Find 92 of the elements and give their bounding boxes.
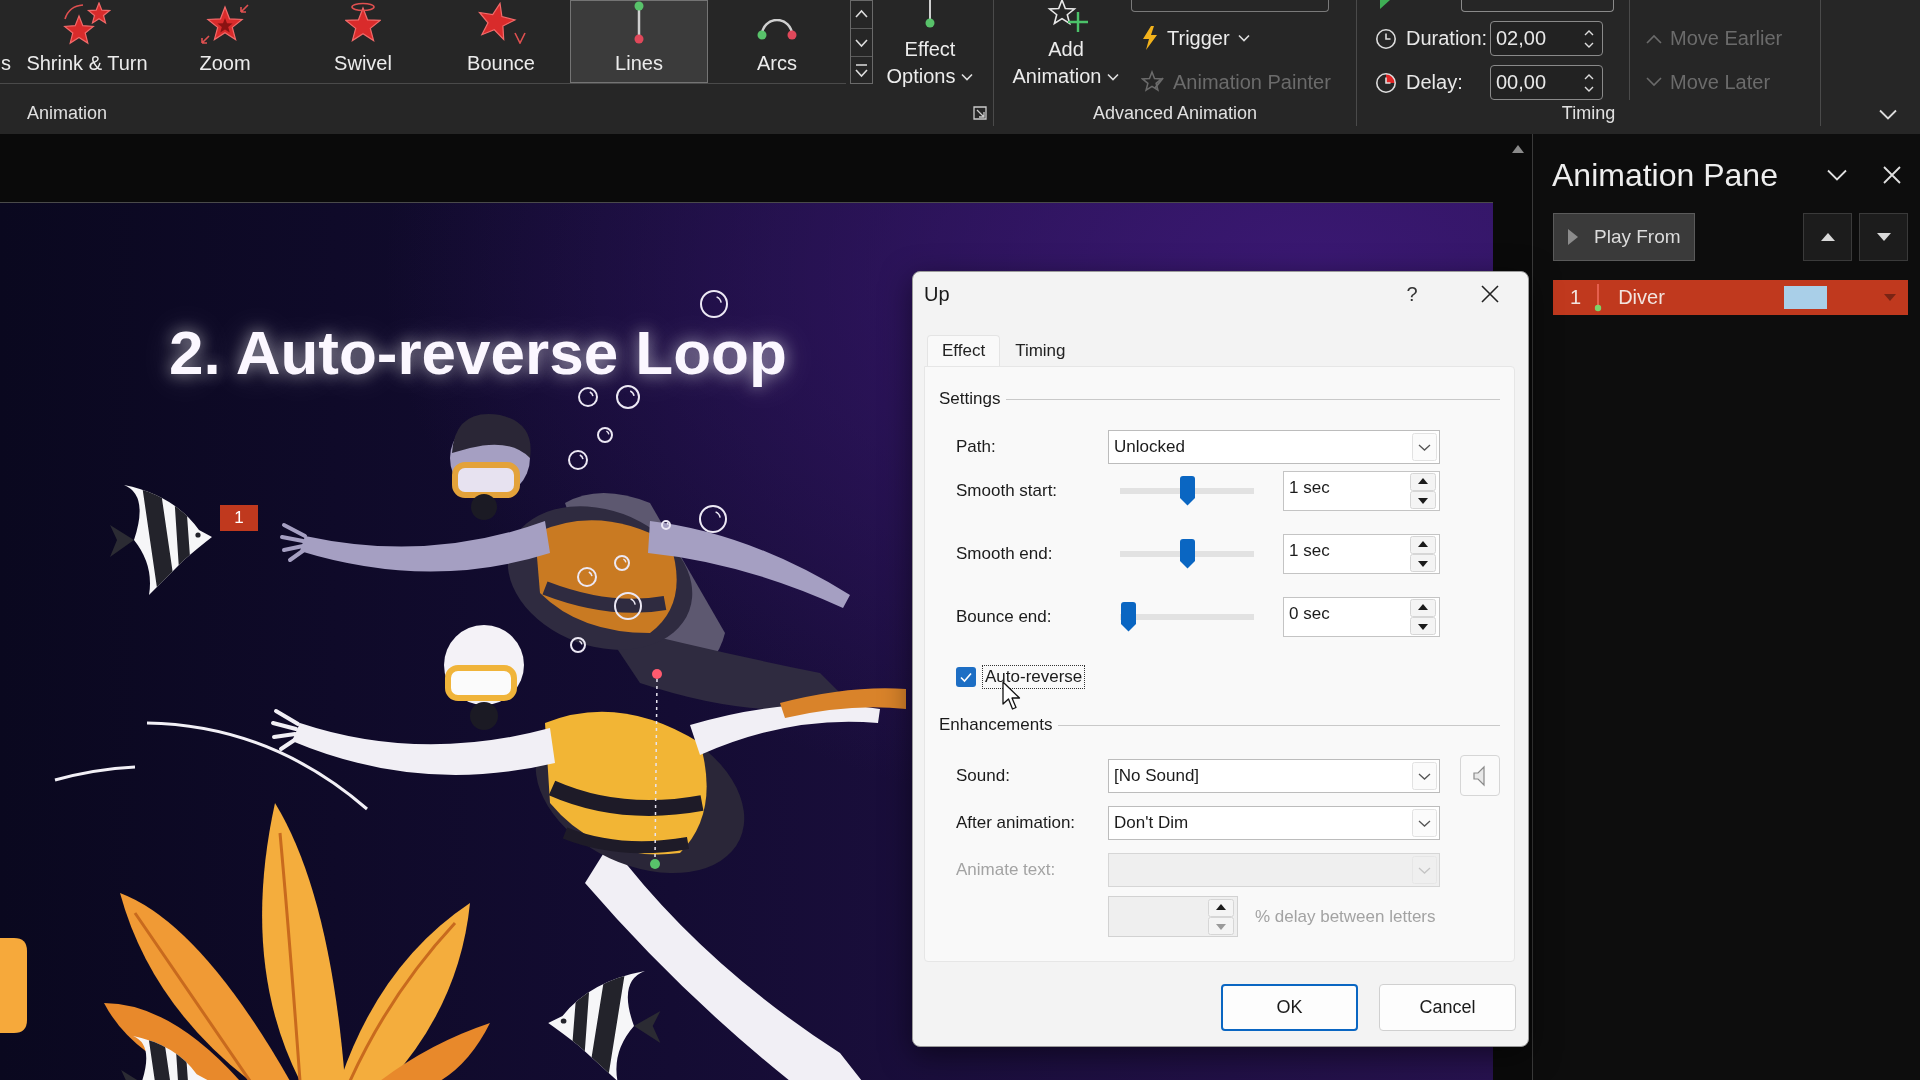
clock-icon	[1375, 71, 1397, 94]
caret-icon	[961, 72, 974, 81]
slider-thumb[interactable]	[1178, 476, 1196, 506]
group-heading: Enhancements	[939, 715, 1053, 735]
time-field[interactable]: 02,00	[1490, 21, 1603, 56]
triangle-down-icon	[1876, 233, 1891, 241]
help-button[interactable]: ?	[1400, 282, 1424, 306]
spin-down-icon[interactable]	[1410, 491, 1436, 509]
effect-button[interactable]: Arcs	[708, 0, 846, 83]
dialog-button[interactable]: Cancel	[1379, 984, 1516, 1031]
group-heading: Settings	[939, 389, 1001, 409]
effect-options-button[interactable]: Effect Options	[880, 0, 980, 100]
mouse-pointer-icon	[1002, 681, 1022, 711]
group-label: Animation	[27, 102, 108, 124]
move-down-button[interactable]	[1859, 213, 1908, 261]
star-ring-icon	[345, 2, 381, 42]
caret-icon	[1107, 72, 1120, 81]
tilted-star-icon	[476, 2, 526, 44]
spin-field[interactable]: 1 sec	[1283, 471, 1440, 511]
dropdown-field[interactable]: Don't Dim	[1108, 805, 1440, 840]
play-icon	[1568, 229, 1578, 245]
play-icon	[1379, 0, 1391, 10]
effect-button[interactable]: Zoom	[156, 0, 294, 83]
bubble-icon	[700, 290, 728, 318]
field-label: Delay:	[1406, 71, 1464, 94]
close-icon[interactable]	[1481, 285, 1499, 303]
time-field[interactable]: 00,00	[1490, 65, 1603, 100]
star-arrows-icon	[201, 4, 249, 44]
spin-field[interactable]: 0 sec	[1283, 597, 1440, 637]
field-label: Sound:	[956, 765, 1011, 786]
tab[interactable]: Timing	[1000, 335, 1081, 366]
chevron-down-icon	[1412, 432, 1437, 461]
effect-button[interactable]: Lines	[570, 0, 708, 83]
field-label: Smooth end:	[956, 544, 1054, 564]
effect-button[interactable]: Swivel	[294, 0, 432, 83]
field-label: Bounce end:	[956, 607, 1053, 627]
input-field[interactable]	[1461, 0, 1614, 12]
effect-button[interactable]: Shrink & Turn	[18, 0, 156, 83]
spin-field[interactable]: 1 sec	[1283, 534, 1440, 574]
spin-down-icon[interactable]	[1410, 617, 1436, 635]
field-label: % delay between letters	[1255, 906, 1436, 927]
chevron-down-icon	[1646, 77, 1662, 88]
trigger-button[interactable]: Trigger	[1131, 20, 1335, 56]
tab[interactable]: Effect	[927, 335, 1001, 366]
dialog-button[interactable]: OK	[1221, 984, 1358, 1031]
line-path-icon	[633, 1, 645, 45]
group-label: Timing	[1561, 102, 1616, 124]
spin-down-icon[interactable]	[1410, 554, 1436, 572]
speaker-icon	[1472, 763, 1488, 788]
play-from-button[interactable]: Play From	[1553, 213, 1695, 261]
field-label: Animate text:	[956, 859, 1057, 880]
spin-up-icon[interactable]	[1410, 473, 1436, 491]
ribbon-button[interactable]	[1131, 0, 1329, 12]
dialog-title: Up	[924, 282, 951, 306]
item-name: Diver	[1618, 286, 1666, 309]
line-path-icon	[1594, 283, 1603, 312]
pane-title: Animation Pane	[1552, 156, 1778, 194]
timing-bar	[1784, 286, 1827, 309]
add-animation-button[interactable]: Add Animation	[1010, 0, 1122, 100]
slider-thumb[interactable]	[1120, 602, 1137, 632]
chevron-down-icon	[1412, 761, 1437, 790]
clock-icon	[1375, 27, 1397, 50]
move-up-button[interactable]	[1803, 213, 1852, 261]
spin-up-icon[interactable]	[1410, 536, 1436, 554]
animation-list-item[interactable]: 1 Diver	[1553, 280, 1908, 315]
two-stars-icon	[63, 2, 111, 45]
animation-order-tag[interactable]: 1	[220, 505, 258, 531]
field-label: After animation:	[956, 812, 1077, 833]
motion-path[interactable]	[650, 669, 662, 869]
star-brush-icon	[1141, 70, 1165, 94]
line-path-icon	[925, 0, 935, 28]
effect-button[interactable]: Bounce	[432, 0, 570, 83]
spin-up-icon[interactable]	[1410, 599, 1436, 617]
group-label: Advanced Animation	[1092, 102, 1258, 124]
effect-button[interactable]: s	[0, 0, 18, 83]
item-number: 1	[1570, 286, 1582, 309]
caret-icon	[1237, 34, 1250, 42]
chevron-up-icon	[1646, 33, 1662, 44]
field-label: Path:	[956, 436, 997, 457]
scroll-up-icon[interactable]	[1511, 144, 1525, 154]
path-dropdown[interactable]: Unlocked	[1108, 429, 1440, 464]
triangle-up-icon	[1820, 233, 1835, 241]
chevron-down-icon	[1412, 808, 1437, 837]
field-label: Duration:	[1406, 27, 1489, 50]
checkbox[interactable]	[956, 667, 976, 687]
chevron-down-icon	[1412, 855, 1437, 884]
lightning-icon	[1141, 26, 1159, 50]
dropdown-field[interactable]: [No Sound]	[1108, 758, 1440, 793]
field-label: Smooth start:	[956, 481, 1059, 501]
arc-path-icon	[757, 19, 797, 41]
slider-thumb[interactable]	[1178, 539, 1196, 569]
dialog-launcher-icon[interactable]	[973, 106, 987, 120]
